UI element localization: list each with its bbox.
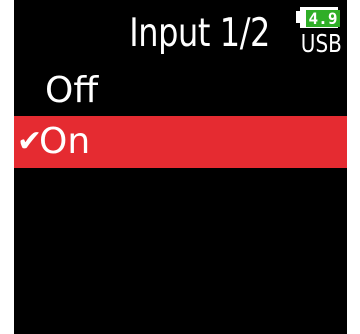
power-source-label: USB bbox=[300, 29, 342, 58]
option-on[interactable]: ✔ On bbox=[14, 116, 347, 168]
device-screen: Input 1/2 4.9 USB Off ✔ On bbox=[14, 0, 347, 334]
battery-indicator: 4.9 USB bbox=[296, 6, 344, 62]
option-off-label: Off bbox=[45, 70, 99, 111]
page-title: Input 1/2 bbox=[129, 11, 270, 56]
option-on-label: On bbox=[39, 121, 91, 162]
battery-voltage: 4.9 bbox=[306, 10, 340, 27]
option-off[interactable]: Off bbox=[14, 65, 347, 117]
battery-icon: 4.9 bbox=[300, 7, 340, 28]
